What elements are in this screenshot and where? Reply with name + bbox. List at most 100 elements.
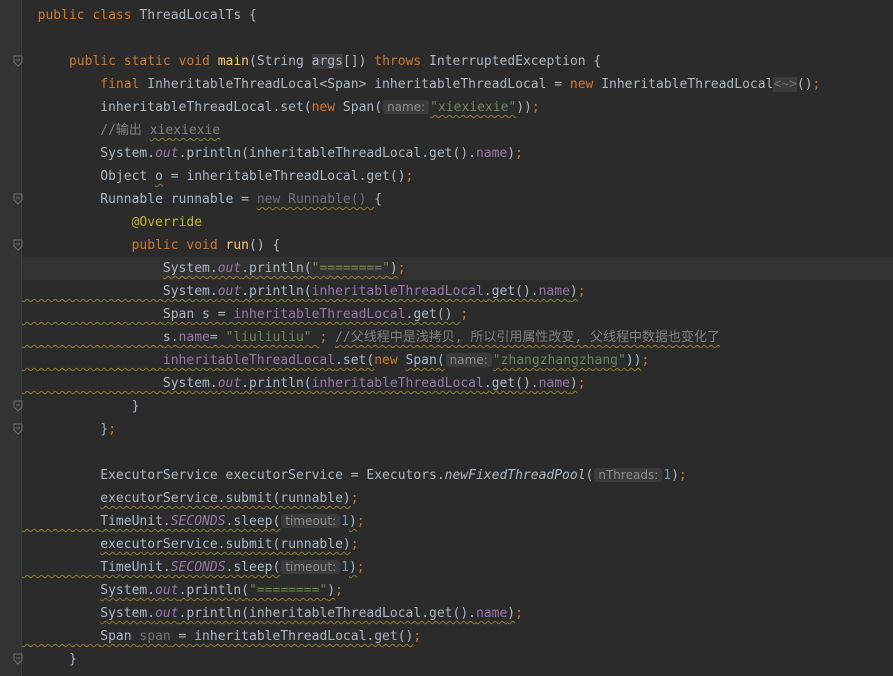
code-token: Object	[100, 169, 156, 184]
code-token: //父线程中是浅拷贝, 所以引用属性改变, 父线程中数据也变化了	[335, 330, 721, 345]
code-line[interactable]: System.out.println(inheritableThreadLoca…	[22, 142, 893, 165]
code-token: throws	[374, 54, 430, 69]
code-token: )	[348, 560, 357, 575]
code-token: inheritableThreadLocal	[162, 353, 336, 368]
code-token: s.	[162, 330, 179, 345]
code-line[interactable]: Span s = inheritableThreadLocal.get() ;	[22, 303, 893, 326]
code-token: ;	[405, 169, 414, 184]
code-token: System.	[162, 376, 218, 391]
code-token: out	[217, 284, 242, 299]
code-token: inheritableThreadLocal	[233, 307, 406, 322]
code-line[interactable]: TimeUnit.SECONDS.sleep(timeout: 1);	[22, 510, 893, 533]
code-line[interactable]: final InheritableThreadLocal<Span> inher…	[22, 73, 893, 96]
code-editor[interactable]: public class ThreadLocalTs { public stat…	[0, 0, 893, 676]
code-line[interactable]: ExecutorService executorService = Execut…	[22, 464, 893, 487]
code-token: ;	[577, 376, 586, 391]
code-token: 1	[663, 468, 672, 483]
parameter-hint: name:	[445, 353, 492, 367]
code-token: inheritableThreadLocal.set(	[100, 100, 312, 115]
code-token: ;	[641, 353, 650, 368]
code-token: executorService.submit(runnable)	[100, 491, 351, 506]
code-token: "========"	[249, 583, 328, 598]
code-line[interactable]: System.out.println(inheritableThreadLoca…	[22, 280, 893, 303]
code-line[interactable]: TimeUnit.SECONDS.sleep(timeout: 1);	[22, 556, 893, 579]
code-token: .get()	[405, 307, 461, 322]
code-token: System.	[162, 261, 218, 276]
code-token: "liuliuliu"	[225, 330, 320, 345]
code-token: public	[37, 8, 93, 23]
code-line[interactable]: Runnable runnable = new Runnable() {	[22, 188, 893, 211]
code-token: Span(	[405, 353, 445, 368]
code-token: .println(	[241, 284, 312, 299]
code-line[interactable]: };	[22, 418, 893, 441]
code-line[interactable]: System.out.println(inheritableThreadLoca…	[22, 372, 893, 395]
code-token: "========"	[311, 261, 390, 276]
code-token: (	[585, 468, 594, 483]
code-line[interactable]: System.out.println(inheritableThreadLoca…	[22, 602, 893, 625]
code-token: static	[123, 54, 179, 69]
code-line[interactable]	[22, 441, 893, 464]
code-token: ;	[531, 100, 540, 115]
code-token: span	[139, 629, 171, 644]
code-line[interactable]	[22, 27, 893, 50]
code-token: TimeUnit.	[100, 560, 171, 575]
parameter-hint: nThreads:	[594, 468, 663, 482]
code-line[interactable]: //输出 xiexiexie	[22, 119, 893, 142]
code-token: public	[131, 238, 187, 253]
code-line[interactable]: Object o = inheritableThreadLocal.get();	[22, 165, 893, 188]
code-line[interactable]: Span span = inheritableThreadLocal.get()…	[22, 625, 893, 648]
code-token: out	[217, 376, 242, 391]
code-token: {	[374, 192, 383, 207]
code-line[interactable]: public static void main(String args[]) t…	[22, 50, 893, 73]
code-token: ;	[812, 77, 821, 92]
code-token: System.	[100, 146, 156, 161]
code-token: .println(inheritableThreadLocal.get().	[178, 146, 476, 161]
code-line[interactable]: executorService.submit(runnable);	[22, 487, 893, 510]
code-token: ;	[350, 537, 359, 552]
code-line[interactable]: System.out.println("========");	[22, 257, 893, 280]
code-token: .println(	[241, 261, 312, 276]
code-line[interactable]: @Override	[22, 211, 893, 234]
code-token: .sleep(	[225, 514, 281, 529]
code-line[interactable]: public class ThreadLocalTs {	[22, 4, 893, 27]
code-token: ThreadLocalTs {	[139, 8, 257, 23]
code-line[interactable]: public void run() {	[22, 234, 893, 257]
code-token: ;	[335, 583, 343, 598]
code-token: () {	[249, 238, 281, 253]
code-line[interactable]: System.out.println("========");	[22, 579, 893, 602]
code-area[interactable]: public class ThreadLocalTs { public stat…	[22, 0, 893, 676]
code-token: main	[217, 54, 250, 69]
code-token: executorService.submit(runnable)	[100, 537, 351, 552]
code-token: InterruptedException {	[429, 54, 602, 69]
code-token: new	[311, 100, 343, 115]
code-token: )	[507, 146, 516, 161]
code-line[interactable]: }	[22, 395, 893, 418]
code-token: TimeUnit.	[100, 514, 171, 529]
code-token: 1	[341, 514, 349, 529]
code-token: ;	[460, 307, 469, 322]
code-token: ;	[515, 146, 523, 161]
code-token: void	[186, 238, 226, 253]
code-line[interactable]: inheritableThreadLocal.set(new Span(name…	[22, 96, 893, 119]
code-line[interactable]: executorService.submit(runnable);	[22, 533, 893, 556]
code-token: .set(	[335, 353, 375, 368]
code-token: ;	[108, 422, 116, 437]
code-token: out	[155, 146, 179, 161]
code-token: System.	[100, 606, 156, 621]
code-line[interactable]: s.name= "liuliuliu" ; //父线程中是浅拷贝, 所以引用属性…	[22, 326, 893, 349]
code-line[interactable]: inheritableThreadLocal.set(new Span(name…	[22, 349, 893, 372]
code-token: xiexiexie	[149, 123, 221, 138]
code-line[interactable]: }	[22, 648, 893, 671]
